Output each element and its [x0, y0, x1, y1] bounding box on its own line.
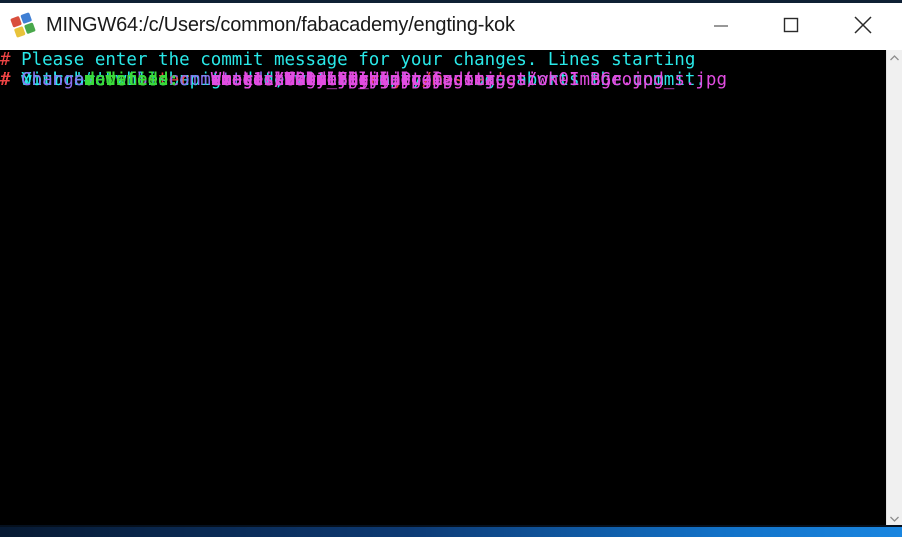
- terminal-line: # Please enter the commit message for yo…: [0, 50, 886, 90]
- close-button[interactable]: [840, 0, 886, 50]
- titlebar-top-edge: [0, 0, 902, 3]
- scroll-up-icon[interactable]: [887, 50, 902, 67]
- mingw64-terminal-window: MINGW64:/c/Users/common/fabacademy/engti…: [0, 0, 902, 537]
- scrollbar-track[interactable]: [887, 67, 902, 510]
- terminal-line: # Please enter the commit message for yo…: [0, 50, 886, 90]
- terminal-text-segment: images/wk01 Final Project.jpg: [210, 70, 517, 90]
- desktop-background-strip: [0, 527, 902, 537]
- terminal-line: # Please enter the commit message for yo…: [0, 50, 886, 90]
- terminal-line: # Please enter the commit message for yo…: [0, 50, 886, 90]
- terminal-line: # Please enter the commit message for yo…: [0, 50, 886, 90]
- terminal-line: # Please enter the commit message for yo…: [0, 50, 886, 90]
- terminal-line: # Please enter the commit message for yo…: [0, 50, 886, 90]
- terminal-line: # Please enter the commit message for yo…: [0, 50, 886, 90]
- window-titlebar[interactable]: MINGW64:/c/Users/common/fabacademy/engti…: [0, 0, 902, 50]
- terminal-line: # Please enter the commit message for yo…: [0, 50, 886, 90]
- terminal-screen[interactable]: # Please enter the commit message for yo…: [0, 50, 886, 537]
- terminal-text-segment: #: [0, 50, 22, 70]
- window-title: MINGW64:/c/Users/common/fabacademy/engti…: [46, 13, 515, 36]
- terminal-scrollbar[interactable]: [886, 50, 902, 527]
- terminal-text-segment: Please enter the commit message for your…: [21, 50, 696, 70]
- terminal-line: # Please enter the commit message for yo…: [0, 50, 886, 90]
- terminal-line: # Please enter the commit message for yo…: [0, 50, 886, 70]
- terminal-line: # Please enter the commit message for yo…: [0, 50, 886, 90]
- terminal-line: # Please enter the commit message for yo…: [0, 50, 886, 90]
- terminal-line: # Please enter the commit message for yo…: [0, 50, 886, 90]
- terminal-line: # Please enter the commit message for yo…: [0, 50, 886, 90]
- terminal-line: # Please enter the commit message for yo…: [0, 50, 886, 90]
- terminal-line: # Please enter the commit message for yo…: [0, 50, 886, 90]
- terminal-line: # Please enter the commit message for yo…: [0, 50, 886, 90]
- terminal-text-segment: new file:: [84, 70, 211, 90]
- maximize-button[interactable]: [768, 0, 814, 50]
- minimize-button[interactable]: [698, 0, 744, 50]
- terminal-line: # Please enter the commit message for yo…: [0, 50, 886, 90]
- mingw-diamond-icon: [10, 12, 36, 38]
- terminal-text-segment: #: [0, 70, 85, 90]
- terminal-line: # Please enter the commit message for yo…: [0, 50, 886, 90]
- terminal-line: # Please enter the commit message for yo…: [0, 50, 886, 90]
- terminal-text-buffer: # Please enter the commit message for yo…: [0, 50, 886, 90]
